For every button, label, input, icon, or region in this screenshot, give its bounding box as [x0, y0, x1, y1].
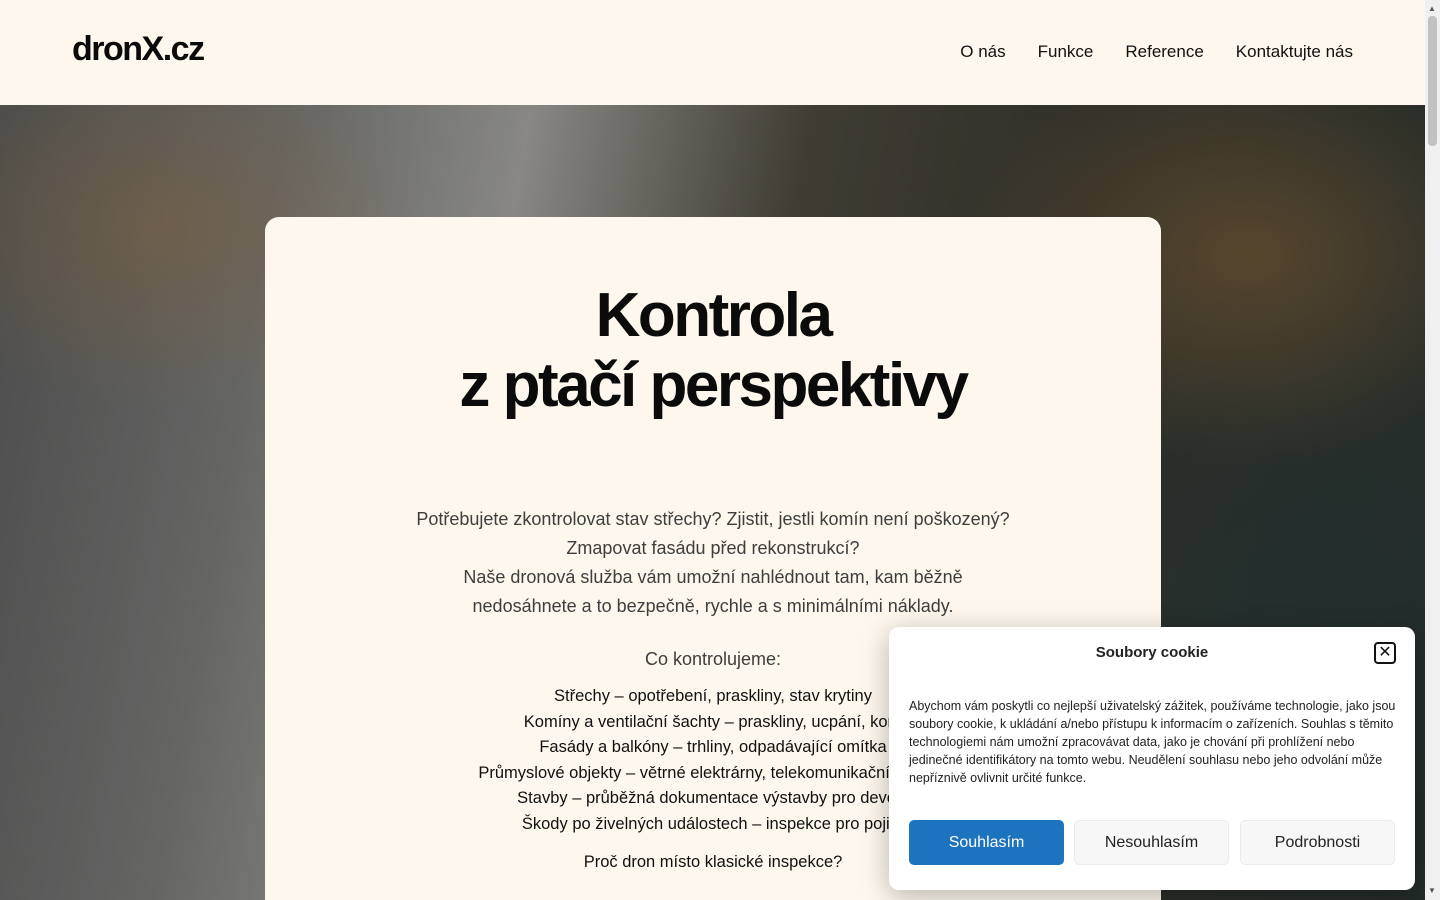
main-nav: O nás Funkce Reference Kontaktujte nás — [960, 42, 1353, 62]
accept-button[interactable]: Souhlasím — [909, 820, 1064, 865]
nav-link-reference[interactable]: Reference — [1125, 42, 1203, 62]
scrollbar-thumb[interactable] — [1428, 16, 1437, 146]
cookie-text: Abychom vám poskytli co nejlepší uživate… — [909, 699, 1396, 785]
intro-line: nedosáhnete a to bezpečně, rychle a s mi… — [472, 596, 954, 616]
hero-intro: Potřebujete zkontrolovat stav střechy? Z… — [265, 505, 1161, 621]
close-icon[interactable]: ✕ — [1374, 642, 1396, 664]
details-button[interactable]: Podrobnosti — [1240, 820, 1395, 865]
hero-title-line: Kontrola — [595, 281, 833, 350]
page-scrollbar[interactable]: ▲ ▼ — [1425, 0, 1440, 900]
nav-link-kontakt[interactable]: Kontaktujte nás — [1236, 42, 1353, 62]
scroll-up-arrow-icon[interactable]: ▲ — [1428, 4, 1436, 13]
hero-title-line: z ptačí perspektivy — [459, 351, 969, 420]
intro-line: Potřebujete zkontrolovat stav střechy? Z… — [416, 509, 1010, 529]
nav-link-funkce[interactable]: Funkce — [1038, 42, 1094, 62]
site-header: dronX.cz O nás Funkce Reference Kontaktu… — [0, 0, 1425, 105]
cookie-dialog: Soubory cookie ✕ Abychom vám poskytli co… — [889, 627, 1415, 890]
hero-title: Kontrola z ptačí perspektivy — [265, 281, 1161, 421]
nav-link-o-nas[interactable]: O nás — [960, 42, 1005, 62]
site-logo[interactable]: dronX.cz — [72, 30, 205, 69]
scroll-down-arrow-icon[interactable]: ▼ — [1428, 886, 1436, 895]
cookie-title: Soubory cookie — [1095, 644, 1209, 661]
intro-line: Zmapovat fasádu před rekonstrukcí? — [566, 538, 860, 558]
intro-line: Naše dronová služba vám umožní nahlédnou… — [463, 567, 963, 587]
deny-button[interactable]: Nesouhlasím — [1074, 820, 1229, 865]
